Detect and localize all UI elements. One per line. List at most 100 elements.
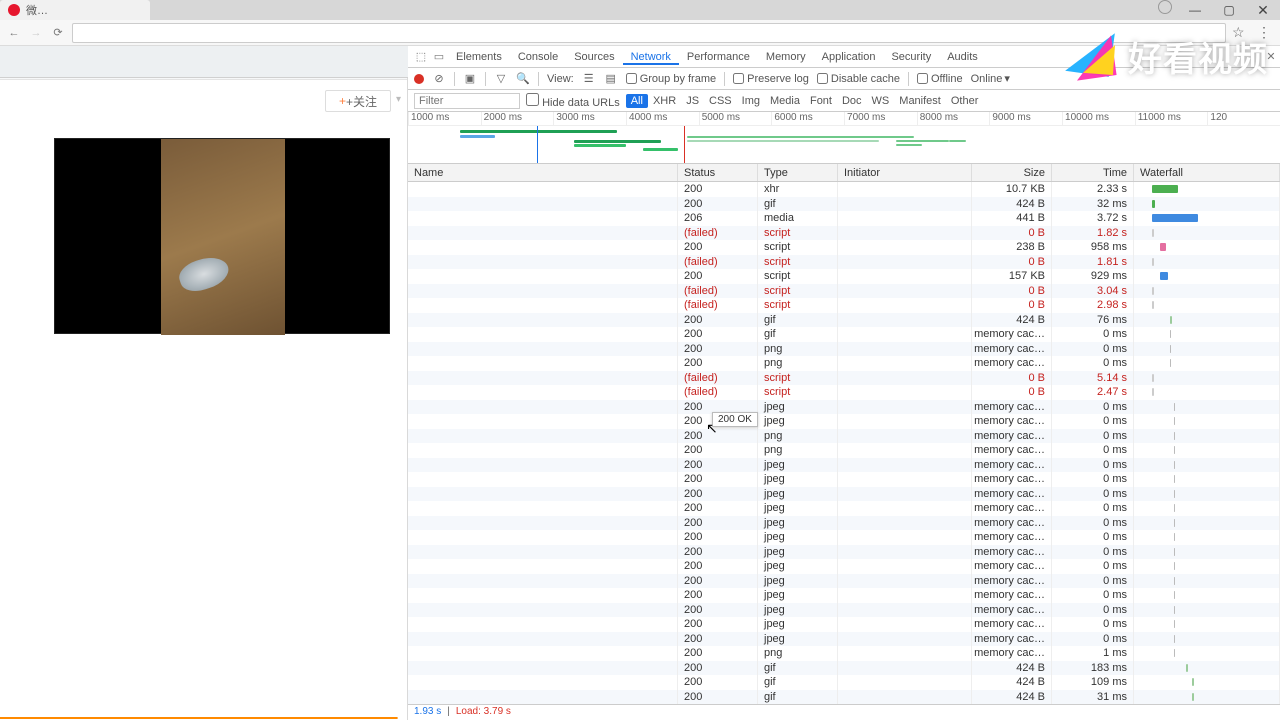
filter-chip-font[interactable]: Font <box>805 94 837 108</box>
network-request-row[interactable]: 200jpeg(from memory cac…0 ms <box>408 588 1280 603</box>
network-request-row[interactable]: 200png(from memory cac…0 ms <box>408 429 1280 444</box>
network-request-row[interactable]: (failed)script0 B1.81 s <box>408 255 1280 270</box>
network-request-row[interactable]: 200jpeg(from memory cac…0 ms <box>408 530 1280 545</box>
network-request-row[interactable]: 200jpeg(from memory cac…0 ms <box>408 632 1280 647</box>
capture-screenshot-icon[interactable]: ▣ <box>463 72 477 86</box>
reload-icon[interactable]: ⟳ <box>50 25 66 41</box>
profile-avatar-icon[interactable] <box>1158 0 1172 14</box>
network-request-row[interactable]: 200png(from memory cac…0 ms <box>408 342 1280 357</box>
browser-tab[interactable]: 微… <box>0 0 150 20</box>
network-request-row[interactable]: 200jpeg(from memory cac…0 ms <box>408 559 1280 574</box>
devtools-tab-console[interactable]: Console <box>510 51 566 63</box>
network-request-row[interactable]: 200png(from memory cac…0 ms <box>408 443 1280 458</box>
network-request-row[interactable]: 200png(from memory cac…1 ms <box>408 646 1280 661</box>
filter-chip-doc[interactable]: Doc <box>837 94 867 108</box>
network-request-row[interactable]: 200jpeg(from memory cac…0 ms <box>408 472 1280 487</box>
network-request-row[interactable]: 200jpeg(from memory cac…0 ms <box>408 487 1280 502</box>
devtools-tab-security[interactable]: Security <box>883 51 939 63</box>
network-request-row[interactable]: 200gif424 B32 ms <box>408 197 1280 212</box>
col-waterfall[interactable]: Waterfall <box>1134 164 1280 181</box>
chevron-down-icon[interactable]: ▾ <box>396 94 401 105</box>
search-icon[interactable]: 🔍 <box>516 72 530 86</box>
window-close-button[interactable]: ✕ <box>1246 0 1280 20</box>
devtools-menu-icon[interactable]: ⋮ <box>1244 50 1262 63</box>
device-toggle-icon[interactable]: ▭ <box>430 50 448 63</box>
network-request-row[interactable]: 200xhr10.7 KB2.33 s <box>408 182 1280 197</box>
network-request-row[interactable]: 200gif424 B31 ms <box>408 690 1280 705</box>
view-detail-icon[interactable]: ▤ <box>604 72 618 86</box>
col-type[interactable]: Type <box>758 164 838 181</box>
disable-cache-checkbox[interactable]: Disable cache <box>817 73 900 85</box>
network-request-row[interactable]: (failed)script0 B3.04 s <box>408 284 1280 299</box>
network-request-row[interactable]: 200jpeg(from memory cac…0 ms <box>408 458 1280 473</box>
back-icon[interactable]: ← <box>6 25 22 41</box>
network-timeline[interactable]: 1000 ms2000 ms3000 ms4000 ms5000 ms6000 … <box>408 112 1280 164</box>
network-request-rows[interactable]: 200xhr10.7 KB2.33 s200gif424 B32 ms206me… <box>408 182 1280 704</box>
filter-chip-all[interactable]: All <box>626 94 648 108</box>
filter-chip-xhr[interactable]: XHR <box>648 94 681 108</box>
offline-checkbox[interactable]: Offline <box>917 73 963 85</box>
network-request-row[interactable]: (failed)script0 B2.47 s <box>408 385 1280 400</box>
group-by-frame-checkbox[interactable]: Group by frame <box>626 73 716 85</box>
col-time[interactable]: Time <box>1052 164 1134 181</box>
filter-chip-manifest[interactable]: Manifest <box>894 94 946 108</box>
col-status[interactable]: Status <box>678 164 758 181</box>
filter-chip-js[interactable]: JS <box>681 94 704 108</box>
devtools-tab-network[interactable]: Network <box>623 51 679 65</box>
forward-icon[interactable]: → <box>28 25 44 41</box>
throttling-dropdown[interactable]: Online ▾ <box>971 72 1010 85</box>
preserve-log-checkbox[interactable]: Preserve log <box>733 73 809 85</box>
network-request-row[interactable]: 200gif424 B183 ms <box>408 661 1280 676</box>
col-name[interactable]: Name <box>408 164 678 181</box>
network-request-row[interactable]: 200jpeg(from memory cac…0 ms <box>408 400 1280 415</box>
network-request-row[interactable]: 206media441 B3.72 s <box>408 211 1280 226</box>
omnibox-input[interactable] <box>72 23 1226 43</box>
network-request-row[interactable]: 200jpeg(from memory cac…0 ms <box>408 617 1280 632</box>
col-size[interactable]: Size <box>972 164 1052 181</box>
devtools-tab-memory[interactable]: Memory <box>758 51 814 63</box>
devtools-tab-audits[interactable]: Audits <box>939 51 986 63</box>
col-initiator[interactable]: Initiator <box>838 164 972 181</box>
network-request-row[interactable]: 200jpeg(from memory cac…0 ms <box>408 501 1280 516</box>
window-minimize-button[interactable]: — <box>1178 0 1212 20</box>
devtools-tab-application[interactable]: Application <box>814 51 884 63</box>
network-grid-header[interactable]: Name Status Type Initiator Size Time Wat… <box>408 164 1280 182</box>
network-request-row[interactable]: 200script157 KB929 ms <box>408 269 1280 284</box>
timeline-tick: 5000 ms <box>699 112 772 125</box>
network-request-row[interactable]: 200jpeg(from memory cac…0 ms <box>408 574 1280 589</box>
devtools-close-icon[interactable]: ✕ <box>1262 50 1280 63</box>
network-request-row[interactable]: 200jpeg(from memory cac…0 ms <box>408 414 1280 429</box>
timeline-tick: 10000 ms <box>1062 112 1135 125</box>
inspect-icon[interactable]: ⬚ <box>412 50 430 63</box>
video-player[interactable] <box>54 138 390 334</box>
hide-data-urls-checkbox[interactable]: Hide data URLs <box>526 93 620 109</box>
follow-button[interactable]: ++关注 <box>325 90 391 112</box>
network-request-row[interactable]: 200jpeg(from memory cac…0 ms <box>408 603 1280 618</box>
filter-chip-ws[interactable]: WS <box>867 94 895 108</box>
devtools-tab-performance[interactable]: Performance <box>679 51 758 63</box>
network-request-row[interactable]: 200script238 B958 ms <box>408 240 1280 255</box>
network-request-row[interactable]: 200gif424 B109 ms <box>408 675 1280 690</box>
bookmark-star-icon[interactable]: ☆ <box>1232 24 1248 41</box>
network-request-row[interactable]: (failed)script0 B5.14 s <box>408 371 1280 386</box>
filter-toggle-icon[interactable]: ▽ <box>494 72 508 86</box>
view-large-icon[interactable]: ☰ <box>582 72 596 86</box>
filter-chip-css[interactable]: CSS <box>704 94 737 108</box>
network-request-row[interactable]: (failed)script0 B1.82 s <box>408 226 1280 241</box>
network-request-row[interactable]: 200jpeg(from memory cac…0 ms <box>408 545 1280 560</box>
filter-chip-other[interactable]: Other <box>946 94 984 108</box>
network-request-row[interactable]: (failed)script0 B2.98 s <box>408 298 1280 313</box>
devtools-tab-elements[interactable]: Elements <box>448 51 510 63</box>
network-request-row[interactable]: 200gif(from memory cac…0 ms <box>408 327 1280 342</box>
filter-input[interactable] <box>414 93 520 109</box>
filter-chip-img[interactable]: Img <box>737 94 765 108</box>
window-maximize-button[interactable]: ▢ <box>1212 0 1246 20</box>
devtools-tab-sources[interactable]: Sources <box>566 51 622 63</box>
chrome-menu-icon[interactable]: ⋮ <box>1254 24 1274 41</box>
network-request-row[interactable]: 200gif424 B76 ms <box>408 313 1280 328</box>
filter-chip-media[interactable]: Media <box>765 94 805 108</box>
network-request-row[interactable]: 200png(from memory cac…0 ms <box>408 356 1280 371</box>
record-button[interactable] <box>414 74 424 84</box>
network-request-row[interactable]: 200jpeg(from memory cac…0 ms <box>408 516 1280 531</box>
clear-icon[interactable]: ⊘ <box>432 72 446 86</box>
